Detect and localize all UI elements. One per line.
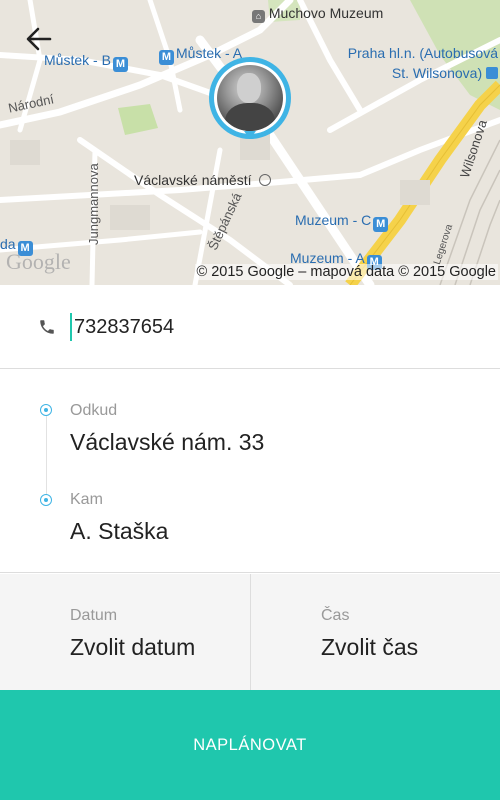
- metro-icon: M: [112, 57, 128, 72]
- map-label-text: Můstek - B: [44, 52, 111, 68]
- map-copyright: © 2015 Google – mapová data © 2015 Googl…: [194, 264, 498, 280]
- user-location-pin[interactable]: [209, 57, 291, 139]
- from-field[interactable]: Václavské nám. 33: [70, 429, 264, 456]
- phone-icon: [40, 320, 54, 334]
- phone-input[interactable]: [70, 313, 450, 341]
- map-label-text: Můstek - A: [176, 45, 243, 61]
- museum-icon: ⌂: [252, 10, 265, 23]
- to-label: Kam: [70, 491, 103, 508]
- arrow-back-icon: [26, 27, 52, 51]
- metro-icon: M: [373, 217, 389, 232]
- to-field[interactable]: A. Staška: [70, 518, 168, 545]
- route-section: Odkud Václavské nám. 33 Kam A. Staška: [0, 370, 500, 573]
- route-connector: [46, 411, 47, 499]
- map-label-text: Václavské náměstí: [134, 172, 252, 188]
- avatar-ring: [214, 62, 286, 134]
- map-metro-muzeum-c: Muzeum - CM: [295, 212, 390, 232]
- time-picker[interactable]: Čas Zvolit čas: [250, 574, 500, 690]
- back-button[interactable]: [22, 22, 56, 56]
- map-poi-vaclavske: Václavské náměstí: [134, 172, 272, 188]
- avatar: [217, 65, 283, 131]
- phone-row: [0, 285, 500, 369]
- map-label-text: Muchovo Muzeum: [268, 5, 384, 21]
- date-value: Zvolit datum: [70, 634, 196, 660]
- pin-pointer: [244, 131, 256, 139]
- from-label: Odkud: [70, 402, 118, 419]
- time-value: Zvolit čas: [321, 634, 419, 660]
- map-street-jungmannova: Jungmannova: [86, 163, 101, 245]
- metro-icon: M: [159, 50, 174, 65]
- map-label-text: Muzeum - C: [295, 212, 372, 228]
- time-label: Čas: [321, 607, 350, 624]
- datetime-section: Datum Zvolit datum Čas Zvolit čas: [0, 574, 500, 690]
- destination-dot-icon: [40, 494, 52, 506]
- date-label: Datum: [70, 607, 118, 624]
- landmark-icon: [259, 174, 272, 186]
- google-logo: Google: [6, 249, 71, 274]
- schedule-button[interactable]: NAPLÁNOVAT: [0, 690, 500, 800]
- map-label-text: St. Wilsonova): [391, 65, 483, 81]
- map-background: [0, 0, 500, 285]
- map-view[interactable]: ⌂ Muchovo Muzeum Můstek - BM M Můstek - A…: [0, 0, 500, 285]
- date-picker[interactable]: Datum Zvolit datum: [0, 574, 250, 690]
- map-metro-mustek-b: Můstek - BM: [44, 52, 130, 72]
- map-label-text: Praha hl.n. (Autobusová: [347, 45, 498, 61]
- origin-dot-icon: [40, 404, 52, 416]
- map-poi-praha-hl: Praha hl.n. (Autobusová St. Wilsonova): [318, 45, 498, 81]
- bus-icon: [486, 67, 498, 79]
- map-poi-museum: ⌂ Muchovo Muzeum: [252, 5, 383, 23]
